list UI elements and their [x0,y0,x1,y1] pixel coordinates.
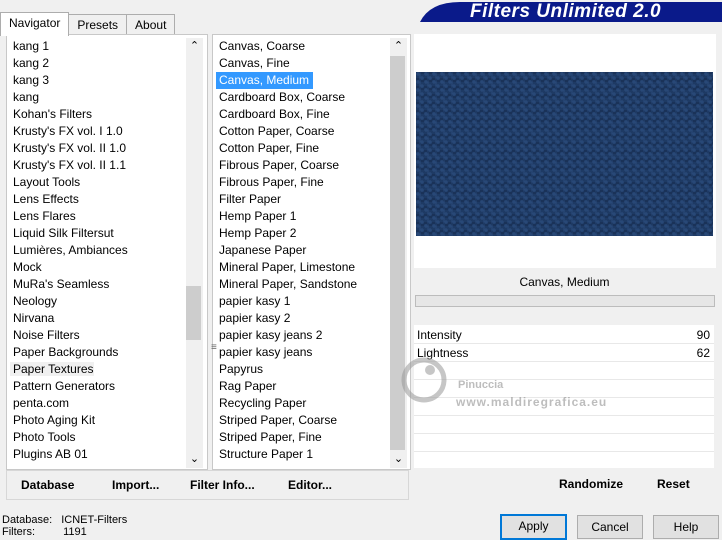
list-item[interactable]: Paper Backgrounds [10,344,186,361]
param-row-empty [414,416,714,434]
list-item[interactable]: Cotton Paper, Coarse [216,123,390,140]
status-filters: Filters: 1191 [2,526,87,538]
list-item[interactable]: papier kasy jeans 2 [216,327,390,344]
list-item[interactable]: Fibrous Paper, Coarse [216,157,390,174]
param-value[interactable]: 62 [697,346,710,360]
list-item[interactable]: Striped Paper, Fine [216,429,390,446]
tab-bar: Navigator Presets About [0,12,176,36]
progress-bar [415,295,715,307]
left-toolbar: Database Import... Filter Info... Editor… [6,470,409,500]
list-item[interactable]: Krusty's FX vol. I 1.0 [10,123,186,140]
import-button[interactable]: Import... [112,478,159,492]
list-item[interactable]: Lens Effects [10,191,186,208]
tab-navigator[interactable]: Navigator [0,12,70,36]
status-label: Database: [2,514,53,526]
status-value: 1191 [63,526,87,538]
list-item[interactable]: Hemp Paper 2 [216,225,390,242]
list-item[interactable]: Krusty's FX vol. II 1.0 [10,140,186,157]
list-item[interactable]: Cotton Paper, Fine [216,140,390,157]
list-item[interactable]: Lens Flares [10,208,186,225]
list-item[interactable]: Canvas, Coarse [216,38,390,55]
scroll-down-icon[interactable]: ⌄ [390,451,407,468]
list-item[interactable]: Fibrous Paper, Fine [216,174,390,191]
param-row-empty [414,434,714,452]
list-item[interactable]: Photo Aging Kit [10,412,186,429]
list-item[interactable]: Nirvana [10,310,186,327]
filter-info-button[interactable]: Filter Info... [190,478,255,492]
list-item[interactable]: Papyrus [216,361,390,378]
tab-about[interactable]: About [126,14,176,35]
list-item[interactable]: Structure Paper 1 [216,446,390,463]
help-button[interactable]: Help [653,515,719,539]
list-item[interactable]: Filter Paper [216,191,390,208]
list-item[interactable]: Noise Filters [10,327,186,344]
list-item[interactable]: papier kasy 1 [216,293,390,310]
tab-presets[interactable]: Presets [68,14,128,35]
database-button[interactable]: Database [21,478,74,492]
list-item[interactable]: Layout Tools [10,174,186,191]
list-item[interactable]: Mineral Paper, Sandstone [216,276,390,293]
list-item[interactable]: MuRa's Seamless [10,276,186,293]
list-item[interactable]: kang 2 [10,55,186,72]
list-item[interactable]: kang [10,89,186,106]
scroll-thumb[interactable] [186,286,201,340]
category-list[interactable]: kang 1 kang 2 kang 3 kang Kohan's Filters Kru… [10,38,186,466]
status-database: Database: ICNET-Filters [2,514,127,526]
selected-item-label[interactable]: Paper Textures [10,362,94,376]
watermark-logo [401,357,447,403]
param-row-intensity[interactable]: Intensity 90 [414,326,714,344]
param-label: Intensity [417,328,462,342]
param-value[interactable]: 90 [697,328,710,342]
preview-image [416,72,713,236]
editor-button[interactable]: Editor... [288,478,332,492]
splitter-grip-icon[interactable]: ≡ [211,343,217,353]
list-item[interactable]: Krusty's FX vol. II 1.1 [10,157,186,174]
selected-item-label[interactable]: Canvas, Medium [216,72,314,89]
status-value: ICNET-Filters [61,514,128,526]
list-item[interactable]: penta.com [10,395,186,412]
filter-name-label: Canvas, Medium [415,270,714,294]
list-item[interactable]: Recycling Paper [216,395,390,412]
list-item[interactable]: Mineral Paper, Limestone [216,259,390,276]
filter-list[interactable]: Canvas, Coarse Canvas, Fine Canvas, Medium… [216,38,390,466]
param-row-empty [414,362,714,380]
randomize-button[interactable]: Randomize [559,477,623,491]
list-item[interactable]: Striped Paper, Coarse [216,412,390,429]
list-item[interactable]: Canvas, Fine [216,55,390,72]
watermark-name: Pinuccia [458,379,504,391]
param-row-lightness[interactable]: Lightness 62 [414,344,714,362]
watermark-url: www.maldiregrafica.eu [456,395,608,409]
list-item[interactable]: Cardboard Box, Fine [216,106,390,123]
list-item[interactable]: papier kasy jeans [216,344,390,361]
apply-button[interactable]: Apply [500,514,567,540]
scroll-up-icon[interactable]: ⌃ [390,38,407,55]
right-toolbar: Randomize Reset [414,470,714,498]
cancel-button[interactable]: Cancel [577,515,643,539]
list-item[interactable]: Rag Paper [216,378,390,395]
list-item[interactable]: Mock [10,259,186,276]
app-title: Filters Unlimited 2.0 [470,1,662,22]
list-item[interactable]: papier kasy 2 [216,310,390,327]
list-item[interactable]: Kohan's Filters [10,106,186,123]
scroll-down-icon[interactable]: ⌄ [186,451,203,468]
list-item[interactable]: kang 3 [10,72,186,89]
list-item[interactable]: Lumières, Ambiances [10,242,186,259]
list-item[interactable]: Japanese Paper [216,242,390,259]
list-item[interactable]: Cardboard Box, Coarse [216,89,390,106]
reset-button[interactable]: Reset [657,477,690,491]
list-item[interactable]: Pattern Generators [10,378,186,395]
list-item[interactable]: Neology [10,293,186,310]
status-label: Filters: [2,526,35,538]
category-scrollbar[interactable]: ⌃ ⌄ [186,38,203,468]
list-item[interactable]: Liquid Silk Filtersut [10,225,186,242]
list-item[interactable]: Hemp Paper 1 [216,208,390,225]
list-item[interactable]: Plugins AB 01 [10,446,186,463]
list-item[interactable]: Photo Tools [10,429,186,446]
list-item[interactable]: Paper Textures [10,361,186,378]
scroll-up-icon[interactable]: ⌃ [186,38,203,55]
list-item[interactable]: kang 1 [10,38,186,55]
list-item[interactable]: Canvas, Medium [216,72,390,89]
